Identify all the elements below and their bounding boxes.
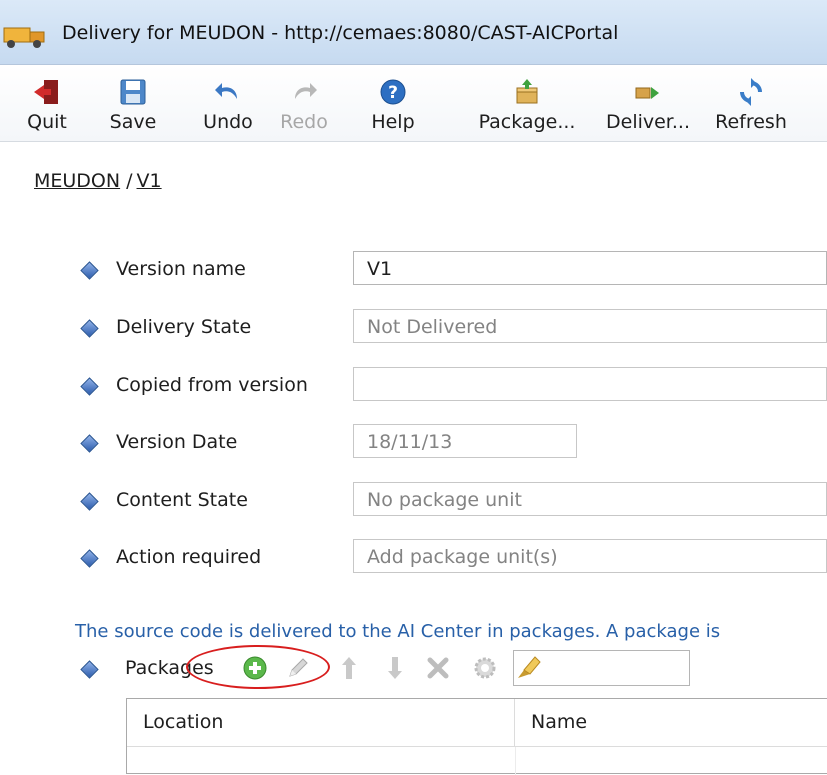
package-button[interactable]: Package...	[469, 65, 585, 141]
help-icon: ?	[380, 79, 406, 105]
quit-icon	[34, 80, 58, 104]
field-version-date: Version Date 18/11/13	[80, 424, 827, 464]
packages-info-text: The source code is delivered to the AI C…	[75, 621, 721, 642]
field-label: Delivery State	[116, 316, 252, 338]
window-title: Delivery for MEUDON - http://cemaes:8080…	[62, 22, 619, 44]
deliver-label: Deliver...	[606, 111, 690, 133]
save-icon	[120, 79, 146, 105]
bullet-diamond-icon	[80, 660, 99, 679]
field-delivery-state: Delivery State Not Delivered	[80, 309, 827, 349]
field-action-required: Action required Add package unit(s)	[80, 539, 827, 579]
bullet-diamond-icon	[80, 261, 99, 280]
settings-icon[interactable]	[472, 655, 498, 681]
refresh-icon	[740, 78, 762, 106]
svg-text:?: ?	[388, 83, 398, 103]
action-required-field: Add package unit(s)	[353, 539, 827, 573]
bullet-diamond-icon	[80, 434, 99, 453]
version-date-field: 18/11/13	[353, 424, 577, 458]
deliver-button[interactable]: Deliver...	[598, 65, 698, 141]
package-icon	[516, 79, 538, 104]
column-divider	[515, 747, 516, 775]
quit-button[interactable]: Quit	[24, 65, 70, 141]
field-label: Content State	[116, 489, 248, 511]
delete-icon[interactable]	[425, 655, 451, 681]
delivery-state-field: Not Delivered	[353, 309, 827, 343]
breadcrumb-separator: /	[126, 170, 133, 192]
move-down-icon[interactable]	[382, 655, 408, 681]
field-label: Action required	[116, 546, 262, 568]
delivery-truck-icon	[3, 27, 45, 48]
refresh-label: Refresh	[715, 111, 787, 133]
bullet-diamond-icon	[80, 549, 99, 568]
refresh-button[interactable]: Refresh	[710, 65, 792, 141]
undo-icon	[215, 83, 237, 99]
move-up-icon[interactable]	[336, 655, 362, 681]
redo-label: Redo	[280, 111, 328, 133]
highlight-ellipse	[186, 645, 330, 689]
undo-button[interactable]: Undo	[195, 65, 261, 141]
redo-button[interactable]: Redo	[272, 65, 336, 141]
breadcrumb: MEUDON / V1	[34, 170, 162, 192]
save-button[interactable]: Save	[102, 65, 164, 141]
content-state-field: No package unit	[353, 482, 827, 516]
breadcrumb-version-link[interactable]: V1	[137, 170, 162, 192]
field-content-state: Content State No package unit	[80, 482, 827, 522]
filter-icon	[518, 656, 541, 678]
bullet-diamond-icon	[80, 492, 99, 511]
toolbar: Quit Save Undo Redo ? Help Package... De…	[0, 65, 827, 142]
version-name-input[interactable]: V1	[353, 251, 827, 285]
help-label: Help	[371, 111, 415, 133]
quit-label: Quit	[27, 111, 67, 133]
bullet-diamond-icon	[80, 377, 99, 396]
redo-icon	[295, 83, 317, 99]
field-copied-from-version: Copied from version	[80, 367, 827, 407]
field-version-name: Version name V1	[80, 251, 827, 291]
bullet-diamond-icon	[80, 319, 99, 338]
column-header-name[interactable]: Name	[515, 699, 827, 747]
field-label: Copied from version	[116, 374, 308, 396]
package-label: Package...	[478, 111, 576, 133]
window-title-bar: Delivery for MEUDON - http://cemaes:8080…	[0, 0, 827, 65]
deliver-icon	[635, 87, 659, 99]
undo-label: Undo	[203, 111, 253, 133]
copied-from-version-field	[353, 367, 827, 401]
column-header-location[interactable]: Location	[127, 699, 515, 747]
field-label: Version name	[116, 258, 246, 280]
field-label: Version Date	[116, 431, 238, 453]
packages-table: Location Name	[126, 698, 827, 775]
help-button[interactable]: ? Help	[366, 65, 420, 141]
save-label: Save	[109, 111, 157, 133]
breadcrumb-application-link[interactable]: MEUDON	[34, 170, 120, 192]
